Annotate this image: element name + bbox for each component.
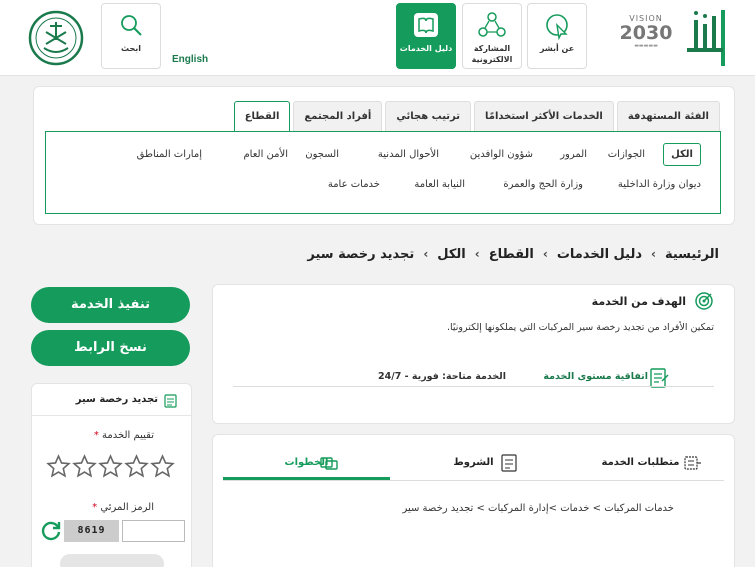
sector-interior-ministry-diwan[interactable]: ديوان وزارة الداخلية [618, 179, 701, 190]
rating-divider [32, 415, 191, 416]
search-icon [121, 15, 142, 36]
required-mark: * [92, 502, 98, 513]
services-guide-button[interactable]: دليل الخدمات [396, 3, 456, 69]
sector-tabs: القطاع أفراد المجتمع ترتيب هجائي الخدمات… [231, 101, 720, 132]
steps-path: خدمات المركبات > خدمات >إدارة المركبات >… [402, 503, 674, 514]
sector-hajj-umrah[interactable]: وزارة الحج والعمرة [503, 179, 583, 190]
star-rating [46, 454, 176, 479]
service-goal-card: الهدف من الخدمة تمكين الأفراد من تجديد ر… [212, 284, 735, 424]
sector-passports[interactable]: الجوازات [608, 149, 645, 160]
vision-year: 2030 [619, 22, 673, 44]
tab-target-group[interactable]: الفئة المستهدفة [616, 101, 720, 131]
sector-public-security[interactable]: الأمن العام [243, 149, 288, 160]
form-icon [164, 394, 177, 408]
captcha-label: الرمز المرئي * [92, 502, 154, 513]
site-header: VISION 2030 ▬▬▬▬▬ عن أبشر المشاركة الالك… [0, 0, 755, 76]
rate-service-text: تقييم الخدمة [102, 430, 154, 441]
sector-traffic[interactable]: المرور [560, 149, 587, 160]
goal-description: تمكين الأفراد من تجديد رخصة سير المركبات… [446, 322, 714, 333]
absher-logo[interactable] [683, 6, 733, 70]
breadcrumb-chevron-icon: ‹ [423, 247, 429, 261]
required-mark: * [93, 430, 99, 441]
checklist-icon [501, 454, 517, 472]
ministry-emblem-icon [28, 10, 84, 66]
star-icon[interactable] [46, 454, 71, 479]
star-icon[interactable] [150, 454, 175, 479]
star-icon[interactable] [72, 454, 97, 479]
tab-requirements[interactable]: متطلبات الخدمة [557, 449, 724, 480]
breadcrumb-chevron-icon: ‹ [474, 247, 480, 261]
tab-requirements-label: متطلبات الخدمة [601, 457, 680, 468]
network-icon [478, 12, 506, 37]
services-guide-label: دليل الخدمات [399, 44, 453, 53]
sector-expatriates[interactable]: شؤون الوافدين [470, 149, 533, 160]
execute-service-button[interactable]: تنفيذ الخدمة [31, 287, 190, 323]
captcha-image: 8619 [64, 520, 119, 542]
breadcrumb-services-guide[interactable]: دليل الخدمات [557, 247, 642, 262]
sector-list: الكل الجوازات المرور شؤون الوافدين الأحو… [45, 131, 721, 214]
steps-icon [320, 457, 338, 470]
cursor-click-icon [546, 14, 568, 40]
service-availability: الخدمة متاحة: فورية - 24/7 [378, 371, 506, 382]
tab-community[interactable]: أفراد المجتمع [293, 101, 383, 131]
rating-service-title: تجديد رخصة سير [75, 394, 158, 405]
captcha-input[interactable] [122, 520, 185, 542]
tab-steps[interactable]: الخطوات [223, 449, 390, 480]
breadcrumb-all[interactable]: الكل [437, 247, 466, 262]
tab-most-used[interactable]: الخدمات الأكثر استخدامًا [474, 101, 614, 131]
tab-conditions[interactable]: الشروط [390, 449, 557, 480]
search-button[interactable]: ابحث [101, 3, 161, 69]
star-icon[interactable] [124, 454, 149, 479]
sector-prisons[interactable]: السجون [305, 149, 339, 160]
breadcrumb: الرئيسية ‹ دليل الخدمات ‹ القطاع ‹ الكل … [33, 236, 735, 272]
sector-civil-affairs[interactable]: الأحوال المدنية [378, 149, 439, 160]
e-participation-button[interactable]: المشاركة الالكترونية [462, 3, 522, 69]
service-details-card: الخطوات الشروط متطلبات الخدمة خدمات المر… [212, 434, 735, 567]
requirements-icon [684, 456, 701, 470]
about-absher-button[interactable]: عن أبشر [527, 3, 587, 69]
breadcrumb-current: تجديد رخصة سير [307, 246, 415, 262]
target-icon [695, 292, 713, 310]
sla-link[interactable]: اتفاقية مستوى الخدمة [543, 371, 648, 382]
sector-regional-emirates[interactable]: إمارات المناطق [137, 149, 202, 160]
breadcrumb-chevron-icon: ‹ [651, 247, 656, 261]
sector-all[interactable]: الكل [663, 143, 701, 166]
breadcrumb-sector[interactable]: القطاع [489, 247, 534, 262]
star-icon[interactable] [98, 454, 123, 479]
copy-link-button[interactable]: نسخ الرابط [31, 330, 190, 366]
vision-2030-logo: VISION 2030 ▬▬▬▬▬ [616, 14, 676, 60]
breadcrumb-home[interactable]: الرئيسية [665, 247, 719, 262]
goal-title: الهدف من الخدمة [591, 295, 686, 308]
tab-sector[interactable]: القطاع [233, 101, 291, 132]
e-participation-label: المشاركة الالكترونية [471, 44, 513, 64]
captcha-text-label: الرمز المرئي [100, 502, 154, 513]
sector-general-services[interactable]: خدمات عامة [328, 179, 380, 190]
refresh-captcha-icon[interactable] [40, 519, 62, 541]
tab-conditions-label: الشروط [453, 457, 494, 468]
rate-service-label: تقييم الخدمة * [94, 430, 154, 441]
tab-alphabetical[interactable]: ترتيب هجائي [385, 101, 472, 131]
sector-public-prosecution[interactable]: النيابة العامة [414, 179, 465, 190]
language-switch-link[interactable]: English [172, 54, 208, 65]
search-label: ابحث [121, 44, 141, 53]
sector-filter-panel: القطاع أفراد المجتمع ترتيب هجائي الخدمات… [33, 86, 735, 225]
rating-card: تجديد رخصة سير تقييم الخدمة * الرمز المر… [31, 383, 192, 567]
submit-rating-button[interactable] [60, 554, 164, 567]
details-tabs: الخطوات الشروط متطلبات الخدمة [223, 449, 724, 481]
book-icon [414, 13, 438, 37]
breadcrumb-chevron-icon: ‹ [542, 247, 548, 261]
about-absher-label: عن أبشر [539, 44, 575, 53]
goal-divider [233, 386, 714, 387]
